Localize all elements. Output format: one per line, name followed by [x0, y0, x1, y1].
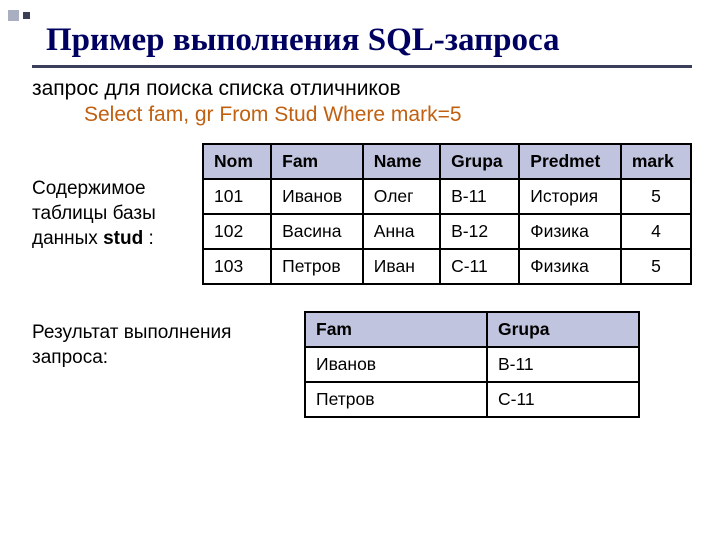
table-row: 103 Петров Иван С-11 Физика 5	[203, 249, 691, 284]
decor-squares	[8, 10, 30, 21]
table1-caption: Содержимое таблицы базы данных stud :	[32, 143, 184, 251]
page-title: Пример выполнения SQL-запроса	[46, 22, 692, 59]
intro-line: запрос для поиска списка отличников	[32, 77, 401, 100]
table-row: 101 Иванов Олег В-11 История 5	[203, 179, 691, 214]
col-fam: Fam	[305, 312, 487, 347]
result-table: Fam Grupa Иванов В-11 Петров С-11	[304, 311, 640, 418]
result-caption: Результат выполнения запроса:	[32, 311, 264, 370]
col-mark: mark	[621, 144, 691, 179]
col-nom: Nom	[203, 144, 271, 179]
table-row: 102 Васина Анна В-12 Физика 4	[203, 214, 691, 249]
table-row: Иванов В-11	[305, 347, 639, 382]
intro-text: запрос для поиска списка отличников Sele…	[32, 76, 692, 130]
title-underline	[32, 65, 692, 68]
table-row: Петров С-11	[305, 382, 639, 417]
stud-table: Nom Fam Name Grupa Predmet mark 101 Иван…	[202, 143, 692, 285]
col-predmet: Predmet	[519, 144, 621, 179]
col-grupa: Grupa	[440, 144, 519, 179]
sql-statement: Select fam, gr From Stud Where mark=5	[84, 102, 692, 129]
col-grupa: Grupa	[487, 312, 639, 347]
col-fam: Fam	[271, 144, 363, 179]
col-name: Name	[363, 144, 440, 179]
